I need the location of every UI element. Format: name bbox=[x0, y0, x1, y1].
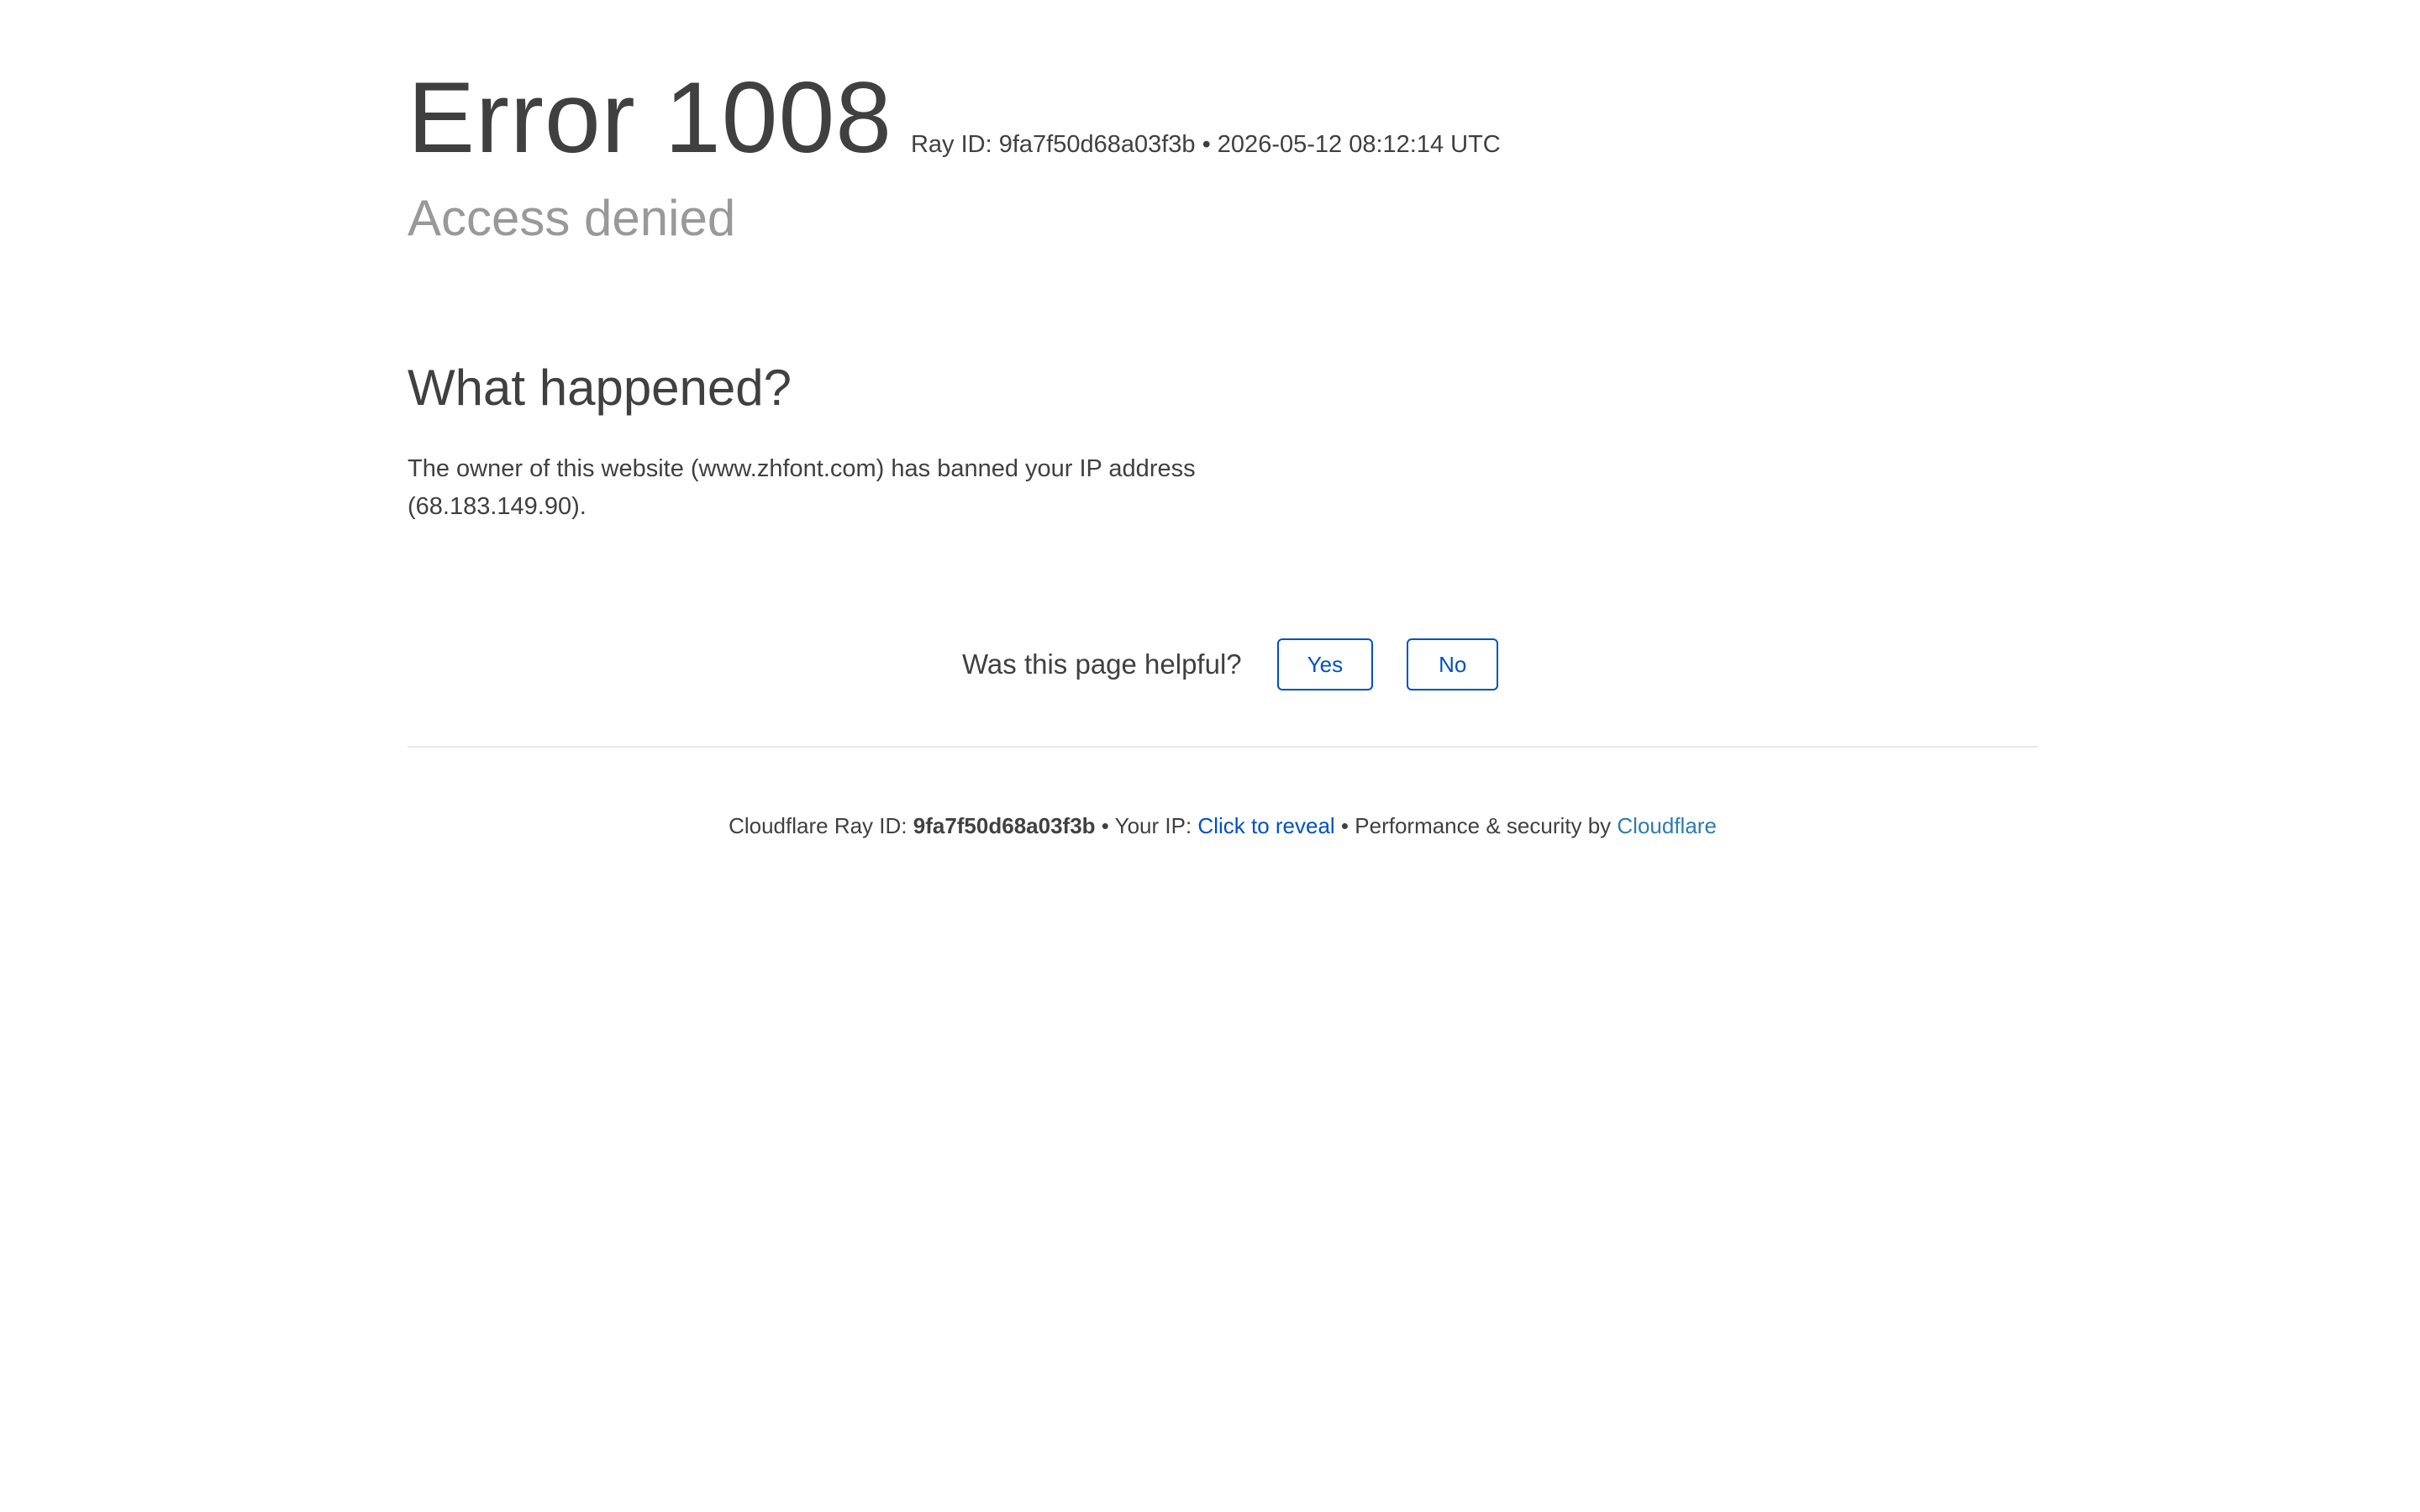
what-happened-text: The owner of this website (www.zhfont.co… bbox=[408, 455, 1196, 520]
error-header: Error 1008 Ray ID: 9fa7f50d68a03f3b • 202… bbox=[408, 67, 1501, 168]
footer-ip-label: Your IP: bbox=[1114, 813, 1198, 838]
error-subtitle: Access denied bbox=[408, 190, 736, 246]
what-happened-heading: What happened? bbox=[408, 360, 792, 416]
footer-ray-label: Cloudflare Ray ID: bbox=[729, 813, 913, 838]
footer-performance-label: Performance & security by bbox=[1355, 813, 1618, 838]
cloudflare-link[interactable]: Cloudflare bbox=[1617, 813, 1717, 838]
error-title: Error 1008 bbox=[408, 61, 892, 174]
feedback-question: Was this page helpful? bbox=[962, 648, 1242, 680]
feedback-no-button[interactable]: No bbox=[1407, 638, 1499, 690]
footer-separator: • bbox=[1334, 813, 1355, 838]
feedback-yes-button[interactable]: Yes bbox=[1276, 638, 1374, 690]
reveal-ip-button[interactable]: Click to reveal bbox=[1197, 813, 1334, 839]
feedback-section: Was this page helpful? Yes No bbox=[962, 638, 1532, 690]
ray-id-timestamp: Ray ID: 9fa7f50d68a03f3b • 2026-05-12 08… bbox=[910, 131, 1501, 158]
footer: Cloudflare Ray ID: 9fa7f50d68a03f3b • Yo… bbox=[408, 813, 2038, 839]
divider bbox=[408, 746, 2038, 748]
footer-separator: • bbox=[1095, 813, 1115, 838]
footer-ray-id: 9fa7f50d68a03f3b bbox=[913, 813, 1096, 838]
